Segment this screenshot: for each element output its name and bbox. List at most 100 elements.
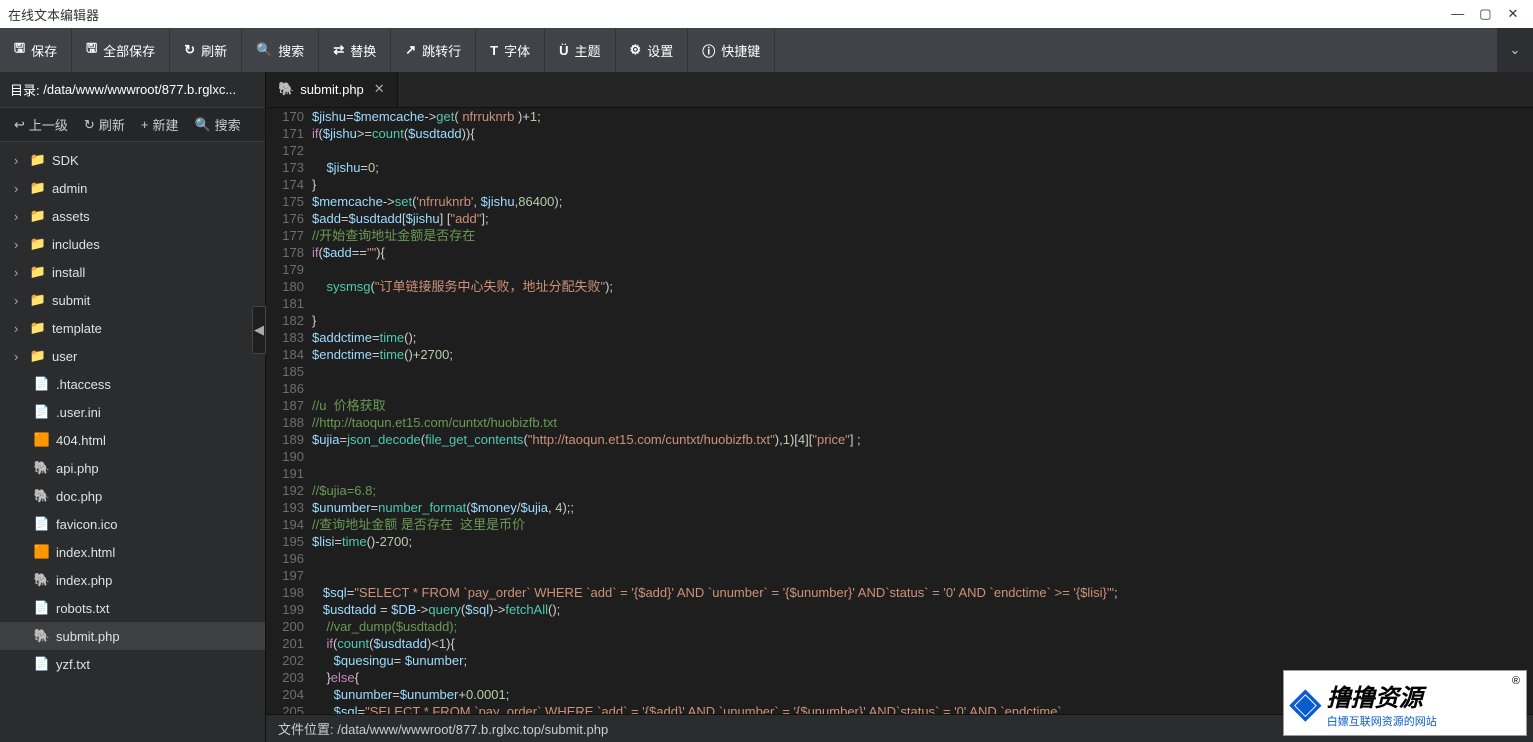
search-button[interactable]: 🔍搜索 [242, 28, 319, 72]
chevron-right-icon: › [14, 181, 26, 196]
folder-label: user [52, 349, 77, 364]
file-item[interactable]: 📄robots.txt [0, 594, 265, 622]
refresh-button[interactable]: ↻刷新 [170, 28, 242, 72]
file-item[interactable]: 🐘 submit.php [0, 622, 265, 650]
font-icon: T [490, 43, 498, 58]
folder-item[interactable]: › 📁 assets [0, 202, 265, 230]
tab-label: submit.php [300, 82, 364, 97]
window-controls: — ▢ ✕ [1446, 6, 1525, 22]
folder-icon: 📁 [30, 208, 46, 224]
font-button[interactable]: T字体 [476, 28, 545, 72]
php-icon: 🐘 [34, 628, 50, 644]
goto-button[interactable]: ↗跳转行 [391, 28, 476, 72]
folder-label: install [52, 265, 85, 280]
folder-item[interactable]: ›📁admin [0, 174, 265, 202]
folder-item[interactable]: ›📁user [0, 342, 265, 370]
tab-close-icon[interactable]: ✕ [374, 81, 385, 97]
html-icon: 🟧 [34, 432, 50, 448]
maximize-icon[interactable]: ▢ [1473, 6, 1497, 22]
shortcuts-button[interactable]: ⓘ快捷键 [688, 28, 775, 72]
editor-area: 🐘 submit.php ✕ 1701711721731741751761771… [266, 72, 1533, 742]
code-area[interactable]: $jishu=$memcache->get( nfrruknrb )+1;if(… [312, 108, 1533, 714]
save-button[interactable]: 🖫保存 [0, 28, 72, 72]
chevron-right-icon: › [14, 321, 26, 336]
replace-button[interactable]: ⇄替换 [319, 28, 391, 72]
theme-icon: Ü [559, 43, 568, 58]
gear-icon: ⚙ [630, 42, 642, 58]
search-icon: 🔍 [194, 117, 210, 133]
refresh-icon: ↻ [84, 117, 95, 133]
file-label: .user.ini [56, 405, 101, 420]
minimize-icon[interactable]: — [1446, 6, 1470, 21]
file-label: api.php [56, 461, 99, 476]
folder-item[interactable]: ›📁template [0, 314, 265, 342]
save-all-icon: 🖫 [86, 39, 97, 61]
file-label: submit.php [56, 629, 120, 644]
folder-item[interactable]: › 📁 install [0, 258, 265, 286]
txt-icon: 📄 [34, 600, 50, 616]
close-icon[interactable]: ✕ [1501, 6, 1525, 22]
folder-label: submit [52, 293, 90, 308]
code-editor[interactable]: 1701711721731741751761771781791801811821… [266, 108, 1533, 714]
file-item[interactable]: 🐘 api.php [0, 454, 265, 482]
file-item[interactable]: 🐘 doc.php [0, 482, 265, 510]
folder-item[interactable]: ›📁submit [0, 286, 265, 314]
file-item[interactable]: 📄 .user.ini [0, 398, 265, 426]
php-icon: 🐘 [34, 460, 50, 476]
chevron-right-icon: › [14, 349, 26, 364]
chevron-right-icon: › [14, 209, 26, 224]
file-location: 文件位置: /data/www/wwwroot/877.b.rglxc.top/… [278, 719, 608, 738]
file-item[interactable]: 📄 .htaccess [0, 370, 265, 398]
expand-button[interactable]: ⌄ [1497, 28, 1533, 72]
folder-label: includes [52, 237, 100, 252]
collapse-sidebar-button[interactable]: ◀ [252, 306, 266, 354]
theme-button[interactable]: Ü主题 [545, 28, 615, 72]
sidebar-actions: ↩上一级 ↻刷新 +新建 🔍搜索 [0, 108, 265, 142]
current-dir: 目录: /data/www/wwwroot/877.b.rglxc... [0, 72, 265, 108]
goto-icon: ↗ [405, 42, 416, 58]
chevron-right-icon: › [14, 237, 26, 252]
file-label: index.html [56, 545, 115, 560]
file-item[interactable]: 🐘index.php [0, 566, 265, 594]
file-item[interactable]: 🟧404.html [0, 426, 265, 454]
file-item[interactable]: 📄yzf.txt [0, 650, 265, 678]
file-label: .htaccess [56, 377, 111, 392]
html-icon: 🟧 [34, 544, 50, 560]
folder-item[interactable]: ›📁SDK [0, 146, 265, 174]
chevron-right-icon: › [14, 293, 26, 308]
file-item[interactable]: 🟧 index.html [0, 538, 265, 566]
dir-path: /data/www/wwwroot/877.b.rglxc... [43, 82, 236, 97]
folder-item[interactable]: ›📁includes [0, 230, 265, 258]
folder-label: assets [52, 209, 90, 224]
php-icon: 🐘 [34, 572, 50, 588]
file-label: favicon.ico [56, 517, 117, 532]
tab-submit-php[interactable]: 🐘 submit.php ✕ [266, 72, 398, 107]
chevron-right-icon: › [14, 265, 26, 280]
watermark-sub: 白嫖互联网资源的网站 [1327, 713, 1437, 729]
watermark-logo-icon: ◈ [1290, 680, 1321, 726]
main-toolbar: 🖫保存 🖫全部保存 ↻刷新 🔍搜索 ⇄替换 ↗跳转行 T字体 Ü主题 ⚙设置 ⓘ… [0, 28, 1533, 72]
file-label: doc.php [56, 489, 102, 504]
file-tree[interactable]: ›📁SDK›📁admin›📁assets›📁includes›📁install›… [0, 142, 265, 742]
up-button[interactable]: ↩上一级 [6, 115, 76, 134]
title-bar: 在线文本编辑器 — ▢ ✕ [0, 0, 1533, 28]
file-item[interactable]: 📄favicon.ico [0, 510, 265, 538]
new-button[interactable]: +新建 [133, 115, 187, 134]
php-icon: 🐘 [278, 81, 294, 97]
settings-button[interactable]: ⚙设置 [616, 28, 689, 72]
search-icon: 🔍 [256, 42, 272, 58]
file-label: yzf.txt [56, 657, 90, 672]
watermark-r: ® [1512, 675, 1520, 687]
txt-icon: 📄 [34, 404, 50, 420]
refresh-icon: ↻ [184, 42, 195, 58]
php-icon: 🐘 [34, 488, 50, 504]
folder-label: SDK [52, 153, 79, 168]
sidebar-refresh-button[interactable]: ↻刷新 [76, 115, 133, 134]
sidebar-search-button[interactable]: 🔍搜索 [186, 115, 248, 134]
up-icon: ↩ [14, 117, 25, 133]
txt-icon: 📄 [34, 376, 50, 392]
editor-tabs: 🐘 submit.php ✕ [266, 72, 1533, 108]
folder-icon: 📁 [30, 264, 46, 280]
plus-icon: + [141, 117, 149, 132]
save-all-button[interactable]: 🖫全部保存 [72, 28, 170, 72]
